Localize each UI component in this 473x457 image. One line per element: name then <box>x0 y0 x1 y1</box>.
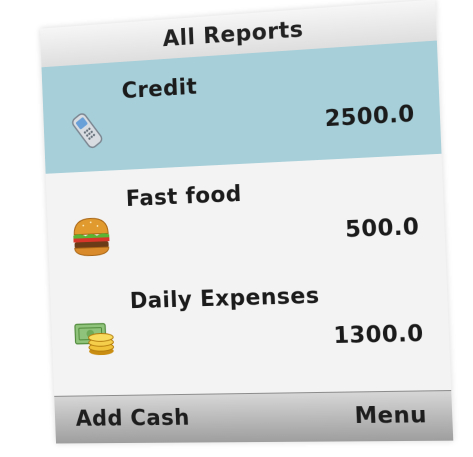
burger-icon <box>68 212 115 261</box>
phone-icon <box>64 106 111 155</box>
menu-button[interactable]: Menu <box>354 403 427 429</box>
list-item-value: 500.0 <box>344 214 420 244</box>
list-item-fast-food[interactable]: Fast food 500.0 <box>46 154 446 275</box>
page-title: All Reports <box>162 17 304 53</box>
phone-screen: All Reports Credit 2500.0 Fast food 500.… <box>40 0 454 444</box>
list-item-label: Credit <box>121 74 198 105</box>
cash-coins-icon <box>72 313 119 361</box>
list-item-value: 2500.0 <box>324 101 416 133</box>
softkey-bar: Add Cash Menu <box>54 390 454 444</box>
list-item-daily-expenses[interactable]: Daily Expenses 1300.0 <box>50 261 451 376</box>
list-item-label: Daily Expenses <box>129 283 320 315</box>
add-cash-button[interactable]: Add Cash <box>75 406 190 432</box>
stage: All Reports Credit 2500.0 Fast food 500.… <box>0 0 473 457</box>
reports-list: Credit 2500.0 Fast food 500.0 Daily Expe… <box>41 40 451 376</box>
list-item-value: 1300.0 <box>332 321 425 350</box>
list-item-label: Fast food <box>125 181 243 212</box>
